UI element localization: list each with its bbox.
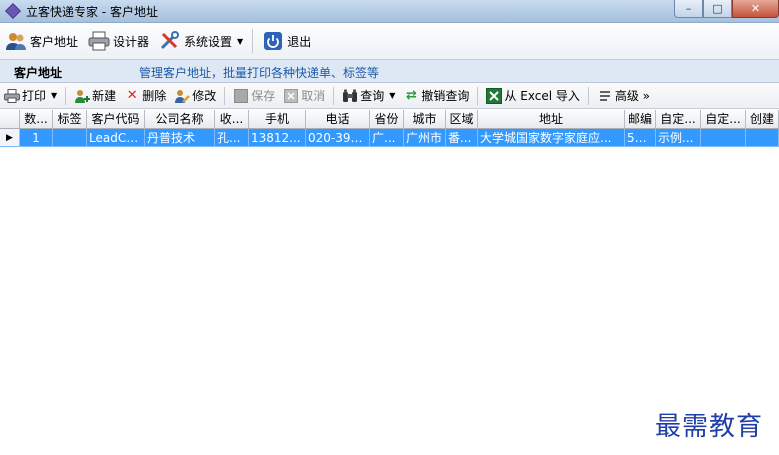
row-pointer-icon: ▶ bbox=[0, 129, 20, 147]
refresh-icon: ⇄ bbox=[405, 88, 417, 103]
print-label: 打印 bbox=[22, 89, 47, 103]
customer-table: 数... 标签 客户代码 公司名称 收... 手机 电话 省份 城市 区域 地址… bbox=[0, 110, 779, 455]
window-controls: – □ ✕ bbox=[674, 0, 779, 18]
chevron-down-icon[interactable]: ▼ bbox=[389, 91, 395, 100]
column-header[interactable]: 手机 bbox=[249, 110, 306, 128]
maximize-button[interactable]: □ bbox=[703, 0, 732, 18]
main-toolbar: 客户地址 设计器 系统设置 ▼ 退出 bbox=[0, 23, 779, 60]
table-cell[interactable]: 广州市 bbox=[404, 129, 446, 147]
cancel-query-button[interactable]: ⇄ 撤销查询 bbox=[399, 85, 473, 107]
list-icon bbox=[597, 88, 613, 104]
table-cell[interactable]: 50... bbox=[625, 129, 656, 147]
system-settings-button[interactable]: 系统设置 ▼ bbox=[154, 26, 248, 56]
cancel-query-label: 撤销查询 bbox=[421, 89, 470, 103]
exit-button[interactable]: 退出 bbox=[257, 26, 316, 56]
table-cell[interactable]: 1 bbox=[20, 129, 53, 147]
column-header[interactable]: 标签 bbox=[53, 110, 87, 128]
designer-label: 设计器 bbox=[113, 34, 150, 49]
save-button[interactable]: 保存 bbox=[229, 85, 279, 107]
watermark-text: 最需教育 bbox=[655, 412, 764, 442]
print-button[interactable]: 打印 ▼ bbox=[0, 85, 61, 107]
table-cell[interactable]: 大学城国家数字家庭应... bbox=[478, 129, 625, 147]
table-cell[interactable] bbox=[53, 129, 87, 147]
column-header[interactable]: 省份 bbox=[370, 110, 404, 128]
import-excel-label: 从 Excel 导入 bbox=[504, 89, 580, 103]
column-header[interactable]: 收... bbox=[215, 110, 249, 128]
query-label: 查询 bbox=[360, 89, 385, 103]
edit-button[interactable]: 修改 bbox=[170, 85, 220, 107]
column-header[interactable]: 创建 bbox=[746, 110, 779, 128]
excel-icon bbox=[486, 87, 503, 104]
add-user-icon bbox=[74, 88, 91, 104]
system-settings-label: 系统设置 bbox=[184, 34, 233, 49]
save-label: 保存 bbox=[251, 89, 276, 103]
table-cell[interactable]: 番... bbox=[446, 129, 478, 147]
column-header[interactable]: 客户代码 bbox=[87, 110, 145, 128]
cancel-button[interactable]: 取消 bbox=[279, 85, 329, 107]
table-cell[interactable]: LeadCarry bbox=[87, 129, 145, 147]
save-icon bbox=[233, 88, 249, 104]
table-cell[interactable]: 020-393... bbox=[306, 129, 370, 147]
table-cell[interactable]: 示例... bbox=[656, 129, 701, 147]
column-header[interactable]: 电话 bbox=[306, 110, 370, 128]
page-title: 客户地址 bbox=[14, 66, 63, 80]
delete-button[interactable]: ✕ 删除 bbox=[120, 85, 170, 107]
toolbar-divider bbox=[333, 86, 335, 105]
column-header[interactable]: 公司名称 bbox=[145, 110, 215, 128]
cancel-label: 取消 bbox=[301, 89, 326, 103]
toolbar-divider bbox=[477, 86, 479, 105]
table-cell[interactable]: 孔... bbox=[215, 129, 249, 147]
title-bar: 立客快递专家 - 客户地址 – □ ✕ bbox=[0, 0, 779, 23]
edit-label: 修改 bbox=[192, 89, 217, 103]
column-header[interactable]: 地址 bbox=[478, 110, 625, 128]
page-description: 管理客户地址，批量打印各种快递单、标签等 bbox=[139, 66, 380, 80]
user-group-icon bbox=[5, 30, 27, 52]
new-label: 新建 bbox=[92, 89, 117, 103]
table-cell[interactable] bbox=[701, 129, 746, 147]
toolbar-divider bbox=[65, 86, 67, 105]
minimize-button[interactable]: – bbox=[674, 0, 703, 18]
table-cell[interactable]: 广... bbox=[370, 129, 404, 147]
binoculars-icon bbox=[342, 88, 358, 104]
table-header: 数... 标签 客户代码 公司名称 收... 手机 电话 省份 城市 区域 地址… bbox=[0, 110, 779, 129]
chevron-down-icon[interactable]: ▼ bbox=[51, 91, 57, 100]
query-button[interactable]: 查询 ▼ bbox=[338, 85, 399, 107]
section-header: 客户地址 管理客户地址，批量打印各种快递单、标签等 bbox=[0, 60, 779, 83]
column-header[interactable]: 自定... bbox=[656, 110, 701, 128]
row-indicator-header bbox=[0, 110, 20, 128]
delete-label: 删除 bbox=[142, 89, 167, 103]
printer-icon bbox=[88, 30, 110, 52]
toolbar-divider bbox=[252, 29, 254, 53]
customer-address-button[interactable]: 客户地址 bbox=[0, 26, 83, 56]
action-toolbar: 打印 ▼ 新建 ✕ 删除 修改 保存 取消 查询 ▼ ⇄ 撤销查询 从 Exce… bbox=[0, 83, 779, 109]
app-logo-icon bbox=[5, 3, 21, 19]
customer-address-label: 客户地址 bbox=[30, 34, 79, 49]
advanced-button[interactable]: 高级 » bbox=[593, 85, 654, 107]
column-header[interactable]: 区域 bbox=[446, 110, 478, 128]
table-cell[interactable]: 13812... bbox=[249, 129, 306, 147]
table-row[interactable]: ▶ 1 LeadCarry 丹普技术 孔... 13812... 020-393… bbox=[0, 129, 779, 147]
exit-label: 退出 bbox=[287, 34, 312, 49]
import-excel-button[interactable]: 从 Excel 导入 bbox=[482, 85, 583, 107]
chevron-down-icon[interactable]: ▼ bbox=[237, 37, 243, 46]
table-cell[interactable] bbox=[746, 129, 779, 147]
toolbar-divider bbox=[224, 86, 226, 105]
cancel-icon bbox=[283, 88, 299, 104]
close-button[interactable]: ✕ bbox=[732, 0, 779, 18]
delete-x-icon: ✕ bbox=[126, 88, 138, 103]
column-header[interactable]: 数... bbox=[20, 110, 53, 128]
tools-icon bbox=[159, 30, 181, 52]
column-header[interactable]: 自定... bbox=[701, 110, 746, 128]
table-cell[interactable]: 丹普技术 bbox=[145, 129, 215, 147]
edit-user-icon bbox=[174, 88, 191, 104]
designer-button[interactable]: 设计器 bbox=[83, 26, 154, 56]
power-icon bbox=[262, 30, 284, 52]
column-header[interactable]: 城市 bbox=[404, 110, 446, 128]
new-button[interactable]: 新建 bbox=[70, 85, 120, 107]
column-header[interactable]: 邮编 bbox=[625, 110, 656, 128]
window-title: 立客快递专家 - 客户地址 bbox=[26, 5, 158, 19]
advanced-label: 高级 » bbox=[614, 89, 651, 103]
printer-icon bbox=[4, 88, 20, 104]
toolbar-divider bbox=[587, 86, 589, 105]
